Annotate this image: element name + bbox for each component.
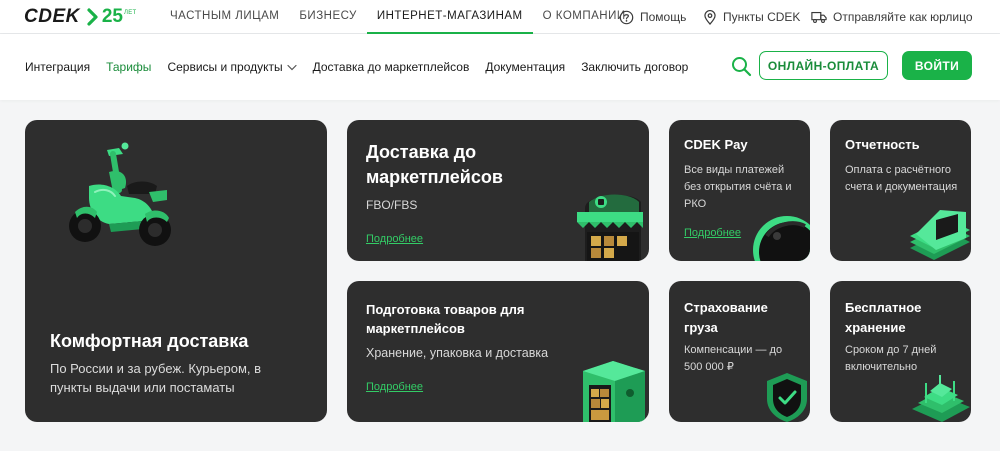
card-free-storage-title: Бесплатное хранение	[845, 300, 922, 335]
tab-business[interactable]: БИЗНЕСУ	[289, 0, 366, 34]
card-cargo-insurance[interactable]: Страхование груза Компенсации — до 500 0…	[669, 281, 810, 422]
card-reporting-desc: Оплата с расчётного счета и документация	[845, 164, 958, 193]
logo-anniversary: 25	[101, 6, 123, 27]
storefront-illustration	[577, 194, 643, 261]
top-bar: CDEK 25 ЛЕТ ЧАСТНЫМ ЛИЦАМ БИЗНЕСУ ИНТЕРН…	[0, 0, 1000, 34]
card-marketplace-delivery[interactable]: Доставка до маркетплейсов FBO/FBS Подроб…	[347, 120, 649, 261]
location-pin-icon	[704, 9, 716, 25]
card-marketplace-delivery-desc: FBO/FBS	[366, 198, 418, 212]
pickup-points-label: Пункты CDEK	[723, 10, 801, 24]
card-cdek-pay-more-link[interactable]: Подробнее	[684, 227, 741, 239]
storage-shelves-illustration	[912, 375, 970, 422]
warehouse-box-illustration	[583, 361, 645, 422]
scooter-illustration	[69, 142, 171, 246]
nav-marketplace-delivery[interactable]: Доставка до маркетплейсов	[313, 60, 470, 74]
legal-entity-label: Отправляйте как юрлицо	[833, 10, 973, 24]
card-goods-preparation-more-link[interactable]: Подробнее	[366, 381, 423, 393]
card-goods-preparation[interactable]: Подготовка товаров для маркетплейсов Хра…	[347, 281, 649, 422]
card-goods-preparation-desc: Хранение, упаковка и доставка	[366, 346, 549, 360]
logo-brand: CDEK	[24, 6, 80, 27]
card-marketplace-delivery-more-link[interactable]: Подробнее	[366, 233, 423, 245]
tab-private[interactable]: ЧАСТНЫМ ЛИЦАМ	[160, 0, 289, 34]
login-button[interactable]: ВОЙТИ	[902, 51, 972, 80]
shield-icon	[767, 373, 807, 422]
help-label: Помощь	[640, 10, 687, 24]
nav-documentation[interactable]: Документация	[485, 60, 565, 74]
nav-services-label: Сервисы и продукты	[167, 60, 283, 74]
audience-tabs: ЧАСТНЫМ ЛИЦАМ БИЗНЕСУ ИНТЕРНЕТ-МАГАЗИНАМ…	[160, 0, 636, 34]
legal-entity-link[interactable]: Отправляйте как юрлицо	[811, 0, 973, 34]
truck-icon	[811, 11, 827, 23]
card-comfortable-delivery-title: Комфортная доставка	[50, 331, 249, 351]
nav-links: Интеграция Тарифы Сервисы и продукты Дос…	[25, 34, 704, 100]
logo-chevron-icon	[87, 8, 98, 26]
card-reporting-title: Отчетность	[845, 137, 920, 152]
nav-tariffs[interactable]: Тарифы	[106, 60, 151, 74]
chevron-down-icon	[287, 64, 297, 70]
card-cargo-insurance-title: Страхование груза	[684, 300, 768, 335]
search-icon[interactable]	[730, 55, 752, 77]
card-reporting[interactable]: Отчетность Оплата с расчётного счета и д…	[830, 120, 971, 261]
card-marketplace-delivery-title: Доставка до маркетплейсов	[366, 142, 503, 187]
stacked-documents-illustration	[910, 210, 970, 260]
card-goods-preparation-title: Подготовка товаров для маркетплейсов	[366, 302, 525, 336]
help-icon	[619, 10, 634, 24]
card-free-storage-desc: Сроком до 7 дней включительно	[845, 344, 937, 373]
card-cdek-pay-title: CDEK Pay	[684, 137, 748, 152]
nav-services-dropdown[interactable]: Сервисы и продукты	[167, 60, 297, 74]
online-payment-button[interactable]: ОНЛАЙН-ОПЛАТА	[759, 51, 888, 80]
tab-online-stores[interactable]: ИНТЕРНЕТ-МАГАЗИНАМ	[366, 0, 533, 34]
pickup-points-link[interactable]: Пункты CDEK	[703, 0, 800, 34]
help-link[interactable]: Помощь	[619, 0, 686, 34]
card-free-storage[interactable]: Бесплатное хранение Сроком до 7 дней вкл…	[830, 281, 971, 422]
main-nav: Интеграция Тарифы Сервисы и продукты Дос…	[0, 34, 1000, 100]
nav-integration[interactable]: Интеграция	[25, 60, 90, 74]
card-comfortable-delivery-desc: По России и за рубеж. Курьером, в пункты…	[50, 361, 262, 395]
sphere-illustration	[753, 216, 810, 261]
cdek-logo[interactable]: CDEK 25 ЛЕТ	[24, 7, 137, 27]
nav-sign-contract[interactable]: Заключить договор	[581, 60, 688, 74]
logo-anniversary-suffix: ЛЕТ	[123, 10, 137, 16]
card-comfortable-delivery[interactable]: Комфортная доставка По России и за рубеж…	[25, 120, 327, 422]
card-cdek-pay[interactable]: CDEK Pay Все виды платежей без открытия …	[669, 120, 810, 261]
